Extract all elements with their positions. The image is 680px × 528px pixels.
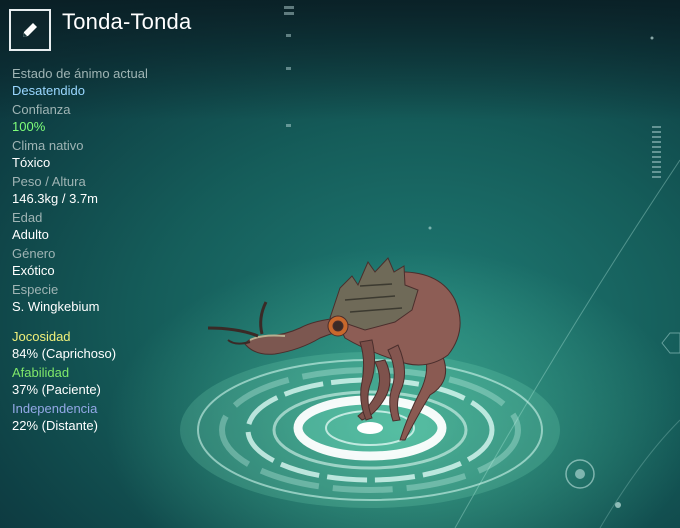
stat-age: Edad Adulto	[12, 210, 232, 243]
stat-label: Peso / Altura	[12, 174, 86, 189]
stat-value: Adulto	[12, 227, 49, 242]
stat-trust: Confianza 100%	[12, 102, 232, 135]
stat-value: S. Wingkebium	[12, 299, 100, 314]
trait-value: 37% (Paciente)	[12, 382, 101, 397]
stat-gender: Género Exótico	[12, 246, 232, 279]
trait-label: Afabilidad	[12, 365, 70, 380]
trait-value: 22% (Distante)	[12, 418, 98, 433]
stat-mood: Estado de ánimo actual Desatendido	[12, 66, 232, 99]
trait-label: Independencia	[12, 401, 98, 416]
trait-label: Jocosidad	[12, 329, 71, 344]
stat-climate: Clima nativo Tóxico	[12, 138, 232, 171]
stat-label: Clima nativo	[12, 138, 84, 153]
stat-label: Género	[12, 246, 56, 261]
trait-affability: Afabilidad 37% (Paciente)	[12, 365, 232, 398]
stat-species: Especie S. Wingkebium	[12, 282, 232, 315]
trait-independence: Independencia 22% (Distante)	[12, 401, 232, 434]
stat-value: Exótico	[12, 263, 55, 278]
edit-name-button[interactable]	[9, 9, 51, 51]
stat-label: Edad	[12, 210, 43, 225]
stat-label: Estado de ánimo actual	[12, 66, 148, 81]
trait-value: 84% (Caprichoso)	[12, 346, 117, 361]
stat-weight-height: Peso / Altura 146.3kg / 3.7m	[12, 174, 232, 207]
creature-stats: Estado de ánimo actual Desatendido Confi…	[12, 66, 232, 318]
creature-traits: Jocosidad 84% (Caprichoso) Afabilidad 37…	[12, 329, 232, 437]
stat-label: Confianza	[12, 102, 71, 117]
stat-value: 100%	[12, 119, 46, 134]
trait-playfulness: Jocosidad 84% (Caprichoso)	[12, 329, 232, 362]
creature-name: Tonda-Tonda	[62, 9, 192, 34]
stat-value: Desatendido	[12, 83, 85, 98]
pencil-icon	[23, 23, 37, 37]
stat-value: 146.3kg / 3.7m	[12, 191, 98, 206]
stat-label: Especie	[12, 282, 59, 297]
stat-value: Tóxico	[12, 155, 51, 170]
